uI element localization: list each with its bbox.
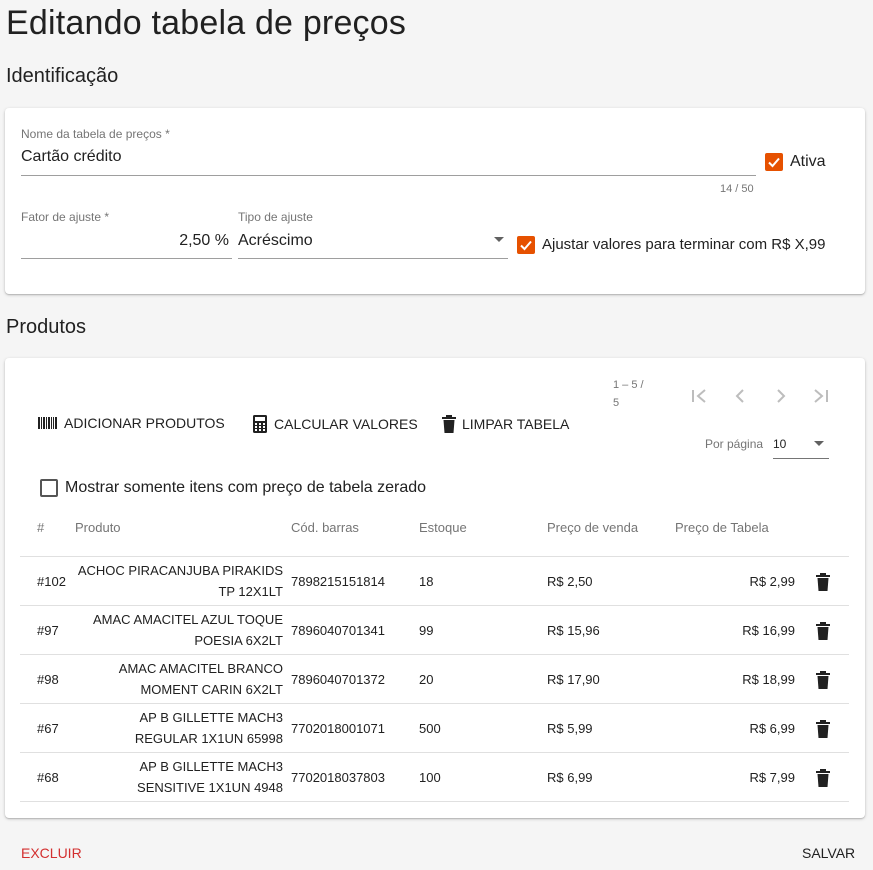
row-product-name-line1: AMAC AMACITEL BRANCO (118, 661, 283, 676)
row-stock: 99 (419, 623, 434, 638)
delete-button[interactable]: EXCLUIR (21, 845, 82, 861)
row-barcode: 7896040701341 (291, 623, 385, 638)
table-row[interactable]: #98 AMAC AMACITEL BRANCO MOMENT CARIN 6X2L… (20, 654, 849, 703)
page-title: Editando tabela de preços (6, 4, 407, 42)
trash-icon[interactable] (816, 671, 830, 689)
pager-range: 1 – 5 / 5 (613, 376, 644, 412)
row-product-name: AP B GILLETTE MACH3 SENSITIVE 1X1UN 4948 (20, 756, 283, 798)
pager-range-line1: 1 – 5 / (613, 379, 644, 391)
nome-counter: 14 / 50 (720, 183, 754, 195)
calculate-values-label: CALCULAR VALORES (274, 416, 418, 432)
row-sale-price: R$ 17,90 (547, 672, 600, 687)
row-barcode: 7896040701372 (291, 672, 385, 687)
first-page-icon[interactable] (691, 388, 709, 404)
pager-range-line2: 5 (613, 397, 620, 409)
ajustar-checkbox[interactable] (517, 236, 535, 254)
trash-icon[interactable] (816, 573, 830, 591)
clear-table-label: LIMPAR TABELA (462, 416, 570, 432)
identificacao-card: Nome da tabela de preços * Cartão crédit… (5, 108, 865, 294)
column-header-produto: Produto (75, 520, 121, 535)
tipo-underline (238, 258, 508, 259)
ajustar-label: Ajustar valores para terminar com R$ X,9… (542, 236, 826, 253)
last-page-icon[interactable] (811, 388, 829, 404)
row-table-price[interactable]: R$ 16,99 (660, 623, 795, 638)
trash-icon (442, 415, 456, 433)
nome-input[interactable]: Cartão crédito (21, 148, 122, 166)
row-barcode: 7702018037803 (291, 770, 385, 785)
row-product-name-line1: AP B GILLETTE MACH3 (139, 759, 283, 774)
row-stock: 500 (419, 721, 441, 736)
row-product-name-line2: TP 12X1LT (218, 584, 283, 599)
row-product-name-line2: POESIA 6X2LT (194, 633, 283, 648)
column-header-estoque: Estoque (419, 520, 467, 535)
row-product-name-line1: AP B GILLETTE MACH3 (139, 710, 283, 725)
row-sale-price: R$ 2,50 (547, 574, 593, 589)
row-table-price[interactable]: R$ 18,99 (660, 672, 795, 687)
barcode-icon (38, 417, 57, 429)
row-table-price[interactable]: R$ 2,99 (660, 574, 795, 589)
tipo-label: Tipo de ajuste (238, 210, 313, 224)
row-product-name: AMAC AMACITEL BRANCO MOMENT CARIN 6X2LT (20, 658, 283, 700)
table-row[interactable]: #67 AP B GILLETTE MACH3 REGULAR 1X1UN 6599… (20, 703, 849, 752)
row-barcode: 7702018001071 (291, 721, 385, 736)
nome-underline (21, 175, 756, 176)
per-page-label: Por página (705, 437, 764, 451)
check-icon (520, 240, 532, 251)
section-title-identificacao: Identificação (6, 65, 119, 87)
add-products-label: ADICIONAR PRODUTOS (64, 415, 225, 431)
produtos-card: ADICIONAR PRODUTOS CALCULAR VALORES LIMP… (5, 358, 865, 818)
column-header-barras: Cód. barras (291, 520, 359, 535)
calculate-values-button[interactable]: CALCULAR VALORES (252, 415, 418, 433)
clear-table-button[interactable]: LIMPAR TABELA (442, 415, 569, 433)
table-bottom-divider (20, 801, 849, 802)
column-header-venda: Preço de venda (547, 520, 639, 535)
row-product-name-line2: MOMENT CARIN 6X2LT (140, 682, 283, 697)
row-stock: 20 (419, 672, 434, 687)
trash-icon[interactable] (816, 720, 830, 738)
table-row[interactable]: #68 AP B GILLETTE MACH3 SENSITIVE 1X1UN 49… (20, 752, 849, 801)
add-products-button[interactable]: ADICIONAR PRODUTOS (38, 415, 225, 431)
row-table-price[interactable]: R$ 7,99 (660, 770, 795, 785)
column-header-tabela: Preço de Tabela (675, 520, 769, 535)
row-stock: 100 (419, 770, 441, 785)
ativa-label: Ativa (790, 153, 826, 170)
per-page-select[interactable]: 10 (773, 435, 786, 453)
save-button[interactable]: SALVAR (802, 845, 855, 861)
row-table-price[interactable]: R$ 6,99 (660, 721, 795, 736)
row-sale-price: R$ 6,99 (547, 770, 593, 785)
prev-page-icon[interactable] (734, 388, 746, 404)
next-page-icon[interactable] (775, 388, 787, 404)
dropdown-arrow-icon[interactable] (814, 441, 824, 447)
tipo-select[interactable]: Acréscimo (238, 232, 313, 250)
row-product-name-line1: ACHOC PIRACANJUBA PIRAKIDS (77, 563, 283, 578)
filter-zero-label: Mostrar somente itens com preço de tabel… (65, 479, 427, 496)
table-row[interactable]: #97 AMAC AMACITEL AZUL TOQUE POESIA 6X2LT 7… (20, 605, 849, 654)
row-barcode: 7898215151814 (291, 574, 385, 589)
fator-label: Fator de ajuste * (21, 210, 110, 224)
row-product-name-line2: SENSITIVE 1X1UN 4948 (137, 780, 283, 795)
row-sale-price: R$ 15,96 (547, 623, 600, 638)
trash-icon[interactable] (816, 769, 830, 787)
dropdown-arrow-icon[interactable] (494, 237, 504, 243)
table-row[interactable]: #102 ACHOC PIRACANJUBA PIRAKIDS TP 12X1LT 7… (20, 556, 849, 605)
nome-label: Nome da tabela de preços * (21, 127, 170, 141)
ativa-checkbox[interactable] (765, 153, 783, 171)
row-product-name: AMAC AMACITEL AZUL TOQUE POESIA 6X2LT (20, 609, 283, 651)
row-product-name-line2: REGULAR 1X1UN 65998 (134, 731, 283, 746)
fator-input[interactable]: 2,50 % (21, 232, 229, 250)
per-page-underline (773, 458, 829, 459)
row-product-name-line1: AMAC AMACITEL AZUL TOQUE (93, 612, 283, 627)
calculator-icon (253, 415, 267, 433)
row-sale-price: R$ 5,99 (547, 721, 593, 736)
trash-icon[interactable] (816, 622, 830, 640)
row-stock: 18 (419, 574, 434, 589)
row-product-name: ACHOC PIRACANJUBA PIRAKIDS TP 12X1LT (20, 560, 283, 602)
section-title-produtos: Produtos (6, 316, 87, 338)
filter-zero-checkbox[interactable] (40, 479, 58, 497)
fator-underline (21, 258, 232, 259)
row-product-name: AP B GILLETTE MACH3 REGULAR 1X1UN 65998 (20, 707, 283, 749)
check-icon (768, 157, 780, 168)
column-header-id: # (37, 520, 45, 535)
